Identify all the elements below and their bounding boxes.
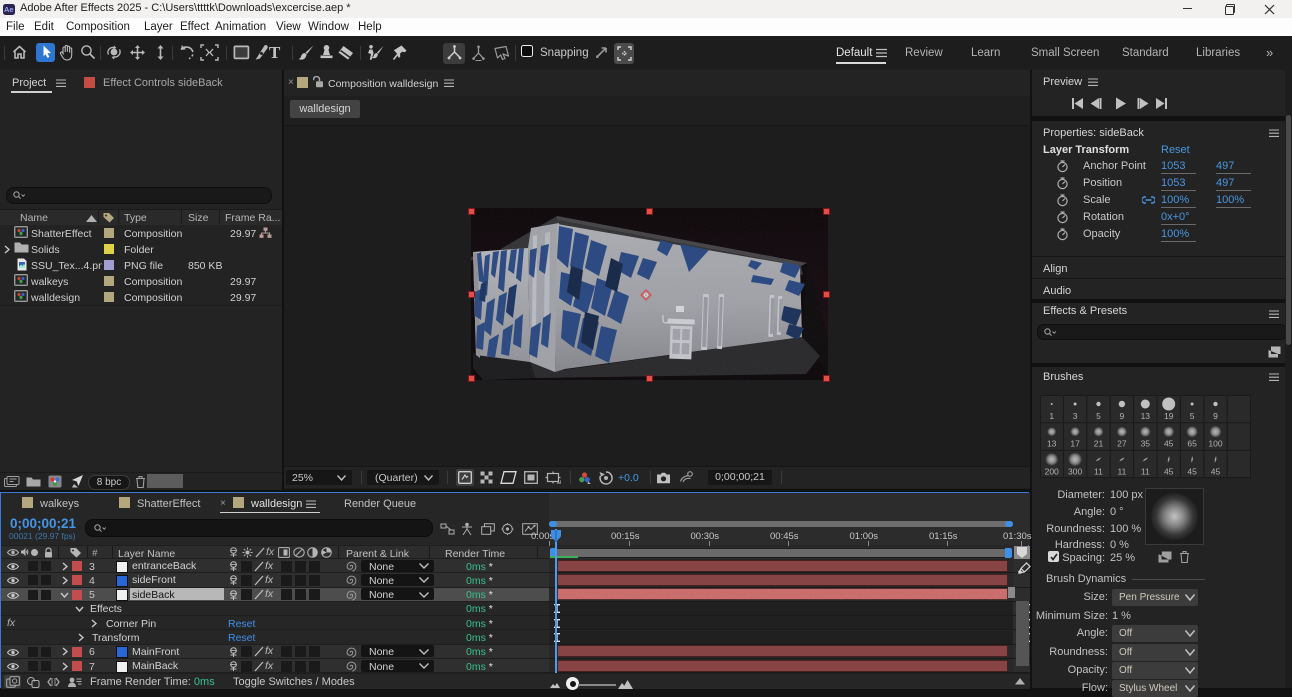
svg-text:21: 21 [1094, 439, 1104, 449]
svg-text:17: 17 [1070, 439, 1080, 449]
svg-text:11: 11 [1141, 466, 1150, 476]
svg-text:45: 45 [1164, 439, 1174, 449]
svg-text:13: 13 [1047, 439, 1057, 449]
svg-text:9: 9 [1213, 411, 1218, 421]
svg-text:1: 1 [1049, 411, 1054, 421]
svg-text:5: 5 [1190, 411, 1195, 421]
svg-text:3: 3 [1073, 411, 1078, 421]
svg-text:5: 5 [1096, 411, 1101, 421]
svg-text:200: 200 [1045, 466, 1059, 476]
svg-text:11: 11 [1117, 466, 1126, 476]
svg-text:9: 9 [1120, 411, 1125, 421]
svg-text:300: 300 [1068, 466, 1082, 476]
svg-text:27: 27 [1117, 439, 1127, 449]
svg-text:45: 45 [1164, 466, 1174, 476]
svg-text:45: 45 [1187, 466, 1197, 476]
svg-text:13: 13 [1141, 411, 1151, 421]
svg-text:45: 45 [1211, 466, 1221, 476]
svg-text:35: 35 [1141, 439, 1151, 449]
svg-text:100: 100 [1208, 439, 1222, 449]
svg-text:65: 65 [1187, 439, 1197, 449]
svg-text:11: 11 [1094, 466, 1103, 476]
svg-text:19: 19 [1164, 411, 1174, 421]
